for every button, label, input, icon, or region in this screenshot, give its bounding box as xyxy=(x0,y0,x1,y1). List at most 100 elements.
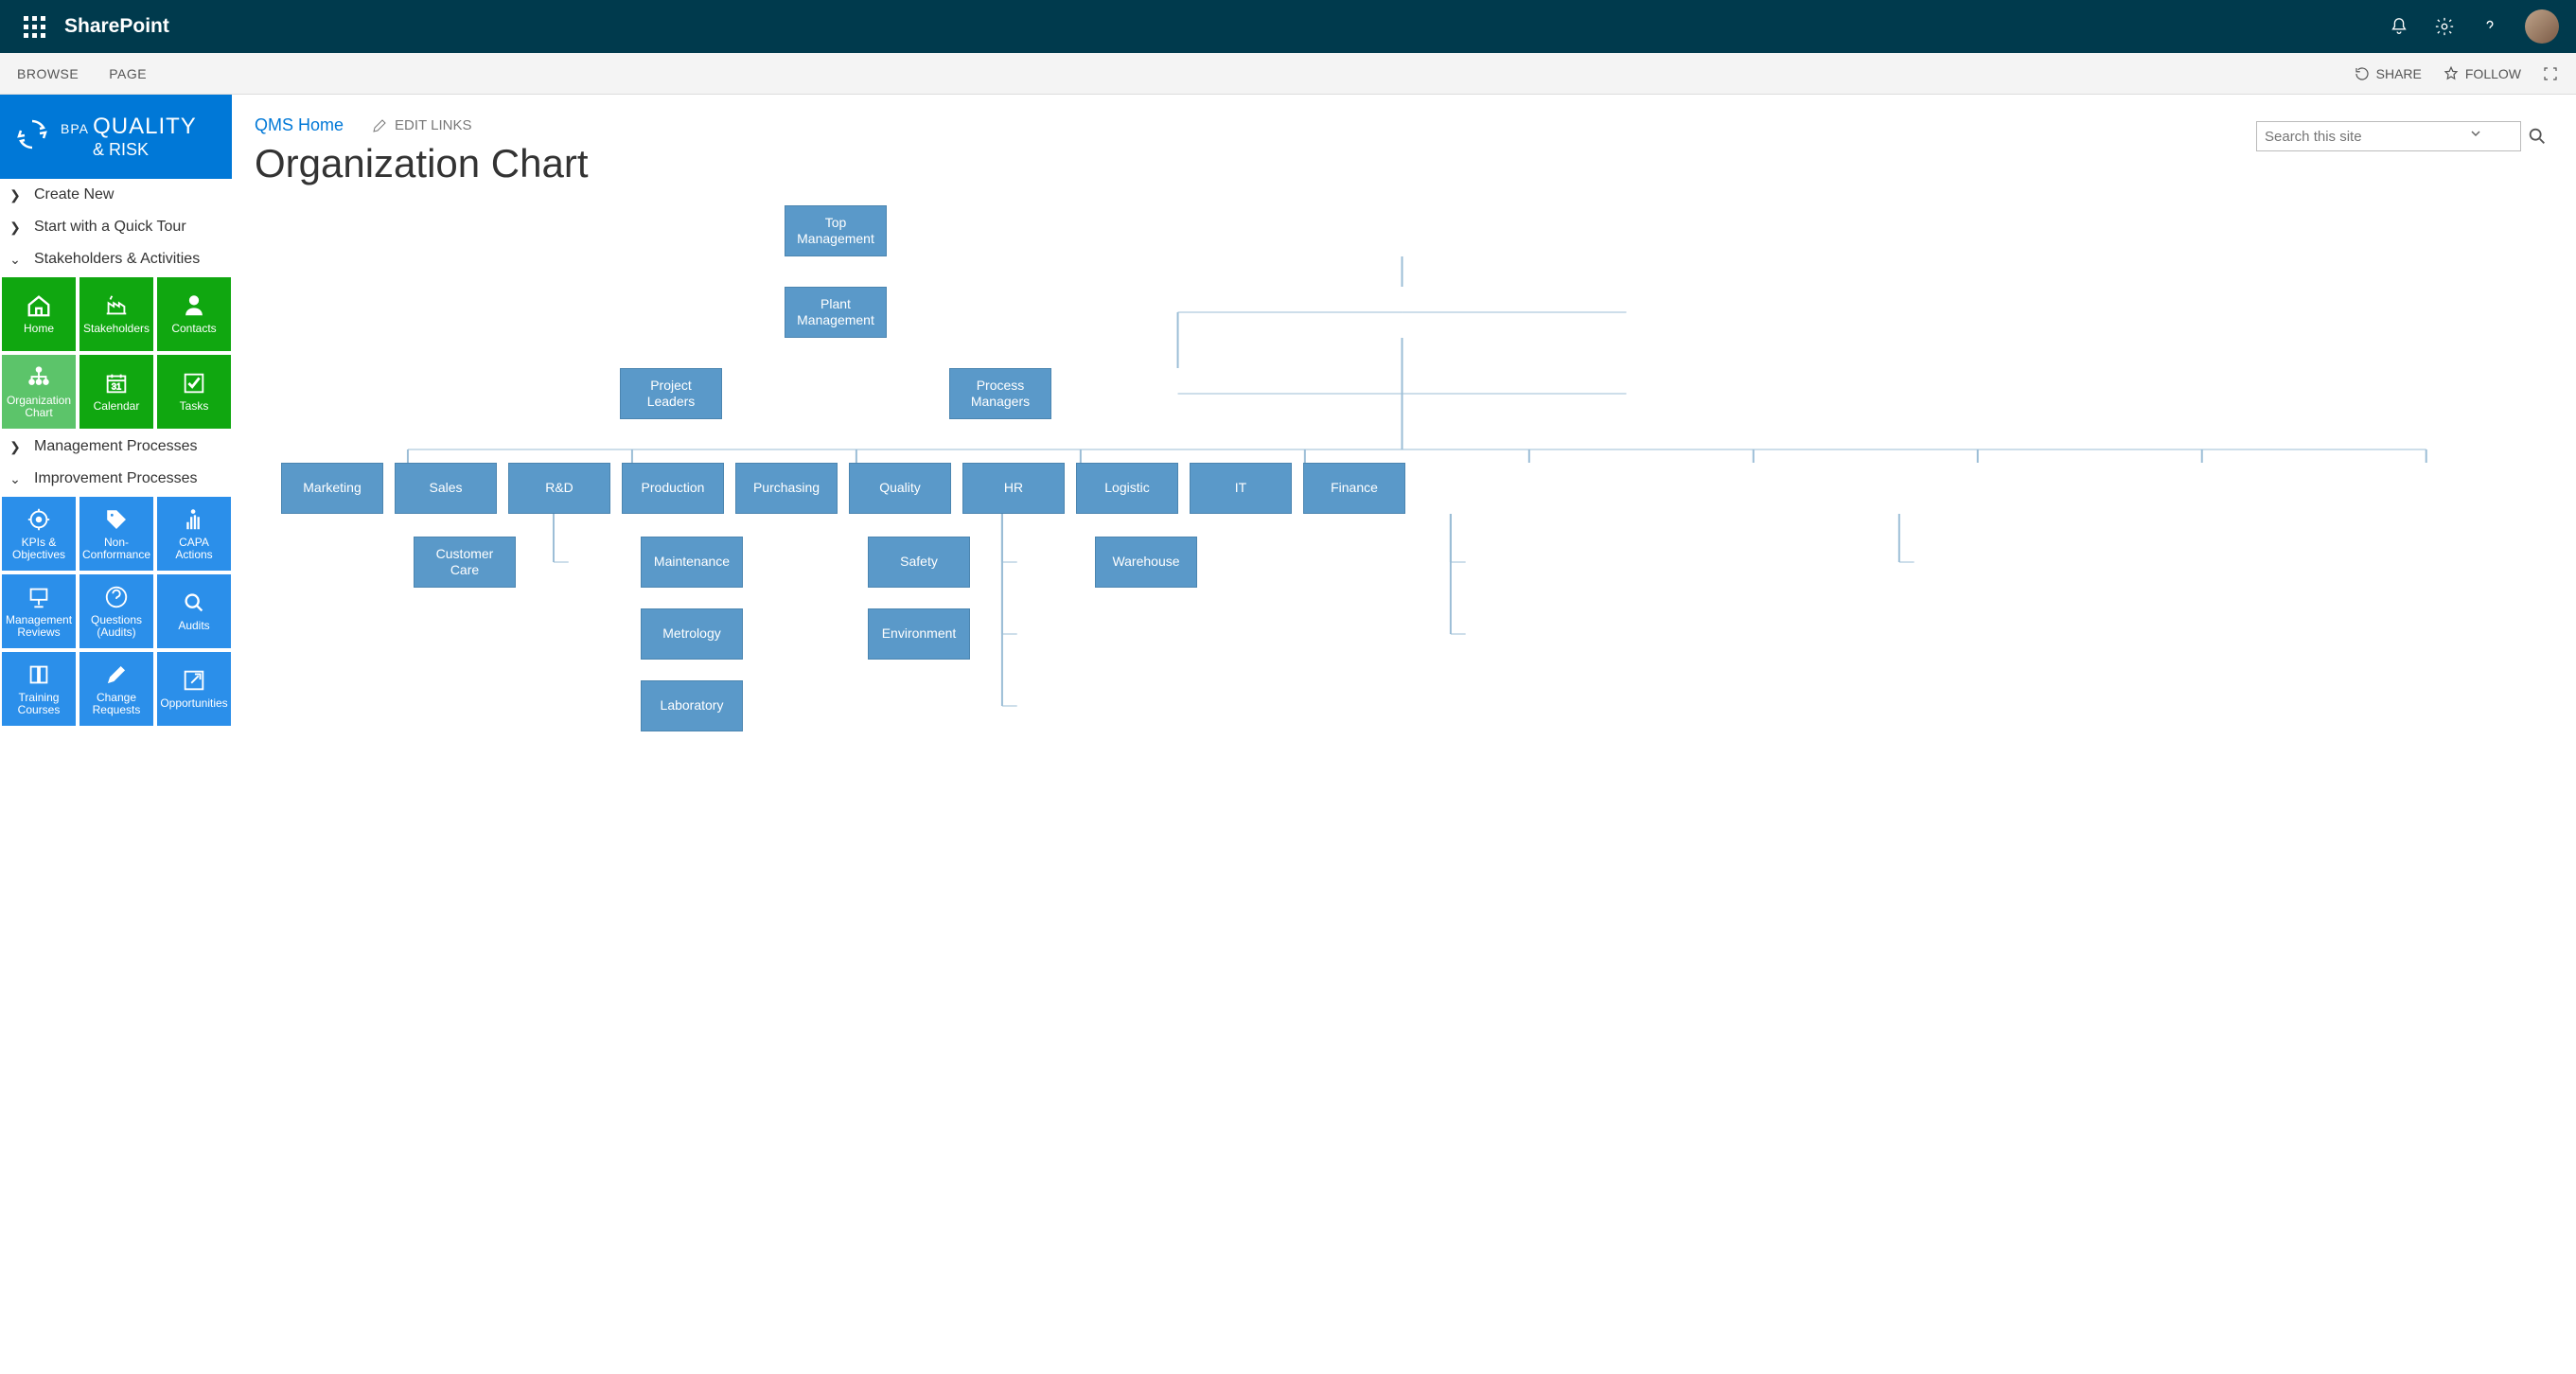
follow-button[interactable]: FOLLOW xyxy=(2443,65,2521,82)
search-input[interactable] xyxy=(2256,121,2521,151)
recycle-arrows-icon xyxy=(13,115,51,158)
chevron-right-icon: ❯ xyxy=(8,439,23,455)
org-node-hr[interactable]: HR xyxy=(962,463,1065,514)
focus-icon xyxy=(2542,65,2559,82)
link-icon xyxy=(180,667,208,694)
edit-links-label: EDIT LINKS xyxy=(395,117,471,133)
org-node-plant[interactable]: Plant Management xyxy=(785,287,887,338)
tile-organization-chart[interactable]: Organization Chart xyxy=(2,355,76,429)
tile-label: Home xyxy=(24,323,54,335)
hand-icon xyxy=(180,506,208,533)
search-wrapper xyxy=(2256,121,2548,151)
tile-change-requests[interactable]: Change Requests xyxy=(79,652,153,726)
org-chart: Top Management Plant Management Project Le… xyxy=(255,205,2553,735)
user-avatar[interactable] xyxy=(2525,9,2559,44)
tile-label: Opportunities xyxy=(160,697,227,710)
org-node-top[interactable]: Top Management xyxy=(785,205,887,256)
settings-gear-icon[interactable] xyxy=(2434,16,2455,37)
factory-icon xyxy=(102,292,131,319)
org-node-safety[interactable]: Safety xyxy=(868,537,970,588)
org-node-projlead[interactable]: Project Leaders xyxy=(620,368,722,419)
org-node-logistic[interactable]: Logistic xyxy=(1076,463,1178,514)
tile-label: Contacts xyxy=(171,323,216,335)
nav-quick-tour[interactable]: ❯ Start with a Quick Tour xyxy=(0,211,232,243)
waffle-icon xyxy=(24,16,45,38)
help-icon[interactable] xyxy=(2479,16,2500,37)
nav-stakeholders-activities[interactable]: ⌄ Stakeholders & Activities xyxy=(0,243,232,275)
focus-content-button[interactable] xyxy=(2542,65,2559,82)
suite-bar: SharePoint xyxy=(0,0,2576,53)
tile-kpis-objectives[interactable]: KPIs & Objectives xyxy=(2,497,76,571)
tile-tasks[interactable]: Tasks xyxy=(157,355,231,429)
app-launcher-button[interactable] xyxy=(11,4,57,49)
ribbon-tab-browse[interactable]: BROWSE xyxy=(17,66,79,81)
org-node-maint[interactable]: Maintenance xyxy=(641,537,743,588)
book-icon xyxy=(25,661,53,688)
ribbon-tab-page[interactable]: PAGE xyxy=(109,66,147,81)
org-node-lab[interactable]: Laboratory xyxy=(641,680,743,731)
breadcrumb-qms-home[interactable]: QMS Home xyxy=(255,115,344,135)
tile-label: Questions (Audits) xyxy=(83,614,150,639)
org-node-marketing[interactable]: Marketing xyxy=(281,463,383,514)
tile-non-conformance[interactable]: Non-Conformance xyxy=(79,497,153,571)
nav-quick-tour-label: Start with a Quick Tour xyxy=(34,219,186,236)
tile-calendar[interactable]: 31Calendar xyxy=(79,355,153,429)
org-node-custcare[interactable]: Customer Care xyxy=(414,537,516,588)
tiles-improvement: KPIs & ObjectivesNon-Conformance CAPA Act… xyxy=(0,495,232,728)
chevron-down-icon: ⌄ xyxy=(8,471,23,487)
share-icon xyxy=(2354,65,2371,82)
nav-stakeholders-label: Stakeholders & Activities xyxy=(34,251,200,268)
tile-label: Tasks xyxy=(180,400,209,413)
tile-label: Organization Chart xyxy=(6,395,72,419)
org-node-production[interactable]: Production xyxy=(622,463,724,514)
tile-questions-audits-[interactable]: Questions (Audits) xyxy=(79,574,153,648)
edit-links-button[interactable]: EDIT LINKS xyxy=(372,117,471,133)
org-node-it[interactable]: IT xyxy=(1190,463,1292,514)
tiles-stakeholders: Home Stakeholders Contacts Organization Cha… xyxy=(0,275,232,431)
tile-opportunities[interactable]: Opportunities xyxy=(157,652,231,726)
search-icon[interactable] xyxy=(2527,126,2548,147)
tile-capa-actions[interactable]: CAPA Actions xyxy=(157,497,231,571)
notifications-icon[interactable] xyxy=(2389,16,2409,37)
person-icon xyxy=(180,292,208,319)
chevron-right-icon: ❯ xyxy=(8,187,23,203)
org-node-procmgr[interactable]: Process Managers xyxy=(949,368,1051,419)
tile-audits[interactable]: Audits xyxy=(157,574,231,648)
tile-training-courses[interactable]: Training Courses xyxy=(2,652,76,726)
board-icon xyxy=(25,584,53,610)
follow-label: FOLLOW xyxy=(2465,66,2521,81)
nav-improvement-label: Improvement Processes xyxy=(34,470,198,487)
tile-management-reviews[interactable]: Management Reviews xyxy=(2,574,76,648)
pencil-icon xyxy=(372,118,387,133)
tile-label: Audits xyxy=(178,620,209,632)
calendar-icon: 31 xyxy=(102,370,131,396)
share-button[interactable]: SHARE xyxy=(2354,65,2422,82)
tile-label: Non-Conformance xyxy=(82,537,150,561)
search-scope-dropdown-icon[interactable] xyxy=(2470,127,2481,144)
target-icon xyxy=(25,506,53,533)
search-icon xyxy=(180,590,208,616)
share-label: SHARE xyxy=(2376,66,2422,81)
nav-improvement-processes[interactable]: ⌄ Improvement Processes xyxy=(0,463,232,495)
left-navigation: BPA QUALITY & RISK ❯ Create New ❯ Start … xyxy=(0,95,232,758)
chevron-down-icon: ⌄ xyxy=(8,252,23,268)
nav-create-new[interactable]: ❯ Create New xyxy=(0,179,232,211)
org-node-quality[interactable]: Quality xyxy=(849,463,951,514)
org-node-wh[interactable]: Warehouse xyxy=(1095,537,1197,588)
tile-stakeholders[interactable]: Stakeholders xyxy=(79,277,153,351)
tile-label: Training Courses xyxy=(6,692,72,716)
tag-icon xyxy=(102,506,131,533)
tile-home[interactable]: Home xyxy=(2,277,76,351)
org-node-metro[interactable]: Metrology xyxy=(641,608,743,660)
org-node-env[interactable]: Environment xyxy=(868,608,970,660)
org-node-sales[interactable]: Sales xyxy=(395,463,497,514)
page-title: Organization Chart xyxy=(255,141,2553,186)
org-node-rd[interactable]: R&D xyxy=(508,463,610,514)
site-title-block[interactable]: BPA QUALITY & RISK xyxy=(0,95,232,179)
org-node-purchasing[interactable]: Purchasing xyxy=(735,463,838,514)
org-node-finance[interactable]: Finance xyxy=(1303,463,1405,514)
tile-label: Stakeholders xyxy=(83,323,150,335)
tile-contacts[interactable]: Contacts xyxy=(157,277,231,351)
nav-management-label: Management Processes xyxy=(34,438,198,455)
nav-management-processes[interactable]: ❯ Management Processes xyxy=(0,431,232,463)
